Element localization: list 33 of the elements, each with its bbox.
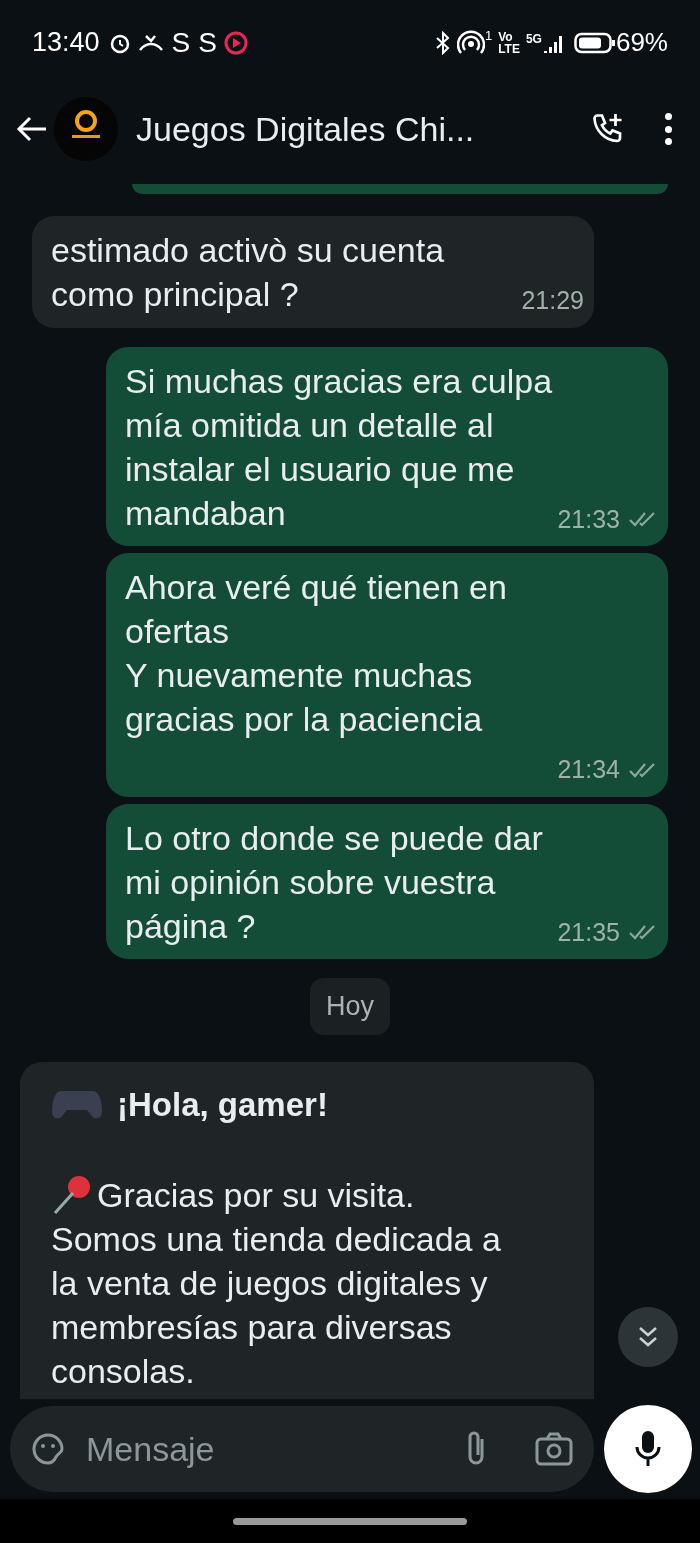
message-time: 21:34 [557,754,620,785]
play-icon [222,29,249,56]
message-field[interactable]: Mensaje [86,1423,462,1475]
message-time: 21:29 [521,285,584,316]
message-text: Gracias por su visita. [97,1175,415,1216]
microphone-icon [634,1429,662,1469]
notification-letter: S [171,25,191,60]
back-arrow-icon [16,115,48,143]
home-indicator[interactable] [233,1517,467,1525]
message-time: 21:35 [557,916,620,948]
message-time: 21:33 [557,503,620,535]
sim-number: 1 [484,27,493,45]
message-text: Ahora veré qué tienen en ofertas Y nuevamente muchas gracias por la paciencia [125,568,507,738]
message-text: Si muchas gracias era culpa mía omitida un detalle al instalar el usuario que me mandaban [125,361,553,532]
notification-letter: S [198,25,217,60]
message-title: ¡Hola, gamer! [117,1084,328,1125]
bluetooth-icon [434,30,451,55]
message-text: Lo otro donde se puede dar mi opinión sobre vuestra página ? [125,818,543,945]
network-label: LTE [498,42,520,55]
hotspot-icon [456,29,485,56]
message-text: Somos una tienda dedicada a la venta de juegos digitales y membresías para diversas consolas. [51,1219,502,1392]
status-time: 13:40 [32,26,100,60]
battery-icon [573,30,616,55]
date-chip: Hoy [310,978,390,1035]
network-label: Vo [498,30,514,43]
scroll-down-button[interactable] [618,1307,678,1367]
network-generation: 5G [525,31,542,48]
avatar-logo[interactable] [54,97,118,161]
camera-icon[interactable] [534,1431,574,1467]
message-text: estimado activò su cuenta como principal ? [51,231,445,313]
message-input[interactable]: Mensaje [10,1406,594,1492]
chat-title[interactable]: Juegos Digitales Chi... [136,103,475,155]
battery-percentage: 69% [615,26,668,59]
